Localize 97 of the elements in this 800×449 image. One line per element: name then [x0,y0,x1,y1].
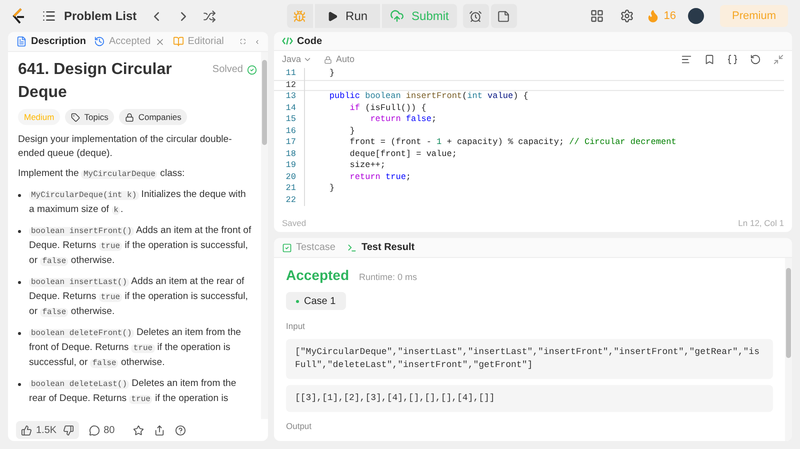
comment-icon [88,424,100,436]
grid-icon[interactable] [590,9,604,23]
format-icon[interactable] [681,54,692,65]
minimize-icon[interactable] [773,54,784,65]
problem-title: 641. Design Circular Deque [18,60,173,103]
close-icon[interactable] [154,36,165,46]
streak-count: 16 [664,8,676,24]
logo-icon[interactable] [12,8,26,24]
save-status: Saved [282,216,306,230]
lock-icon [324,56,332,64]
timer-button[interactable] [462,4,489,28]
code-line: } [328,68,335,80]
line-number: 13 [284,91,297,102]
solved-status: Solved [212,63,243,77]
check-circle-icon [247,64,257,74]
line-number: 12 [284,80,297,91]
code-line: return false; [369,114,437,126]
tab-icon [94,36,106,47]
settings-icon[interactable] [620,9,634,23]
tag-icon [71,112,80,122]
input-value: ["MyCircularDeque","insertLast","insertLast","insertFront","insertFront","getRear","isFull","deleteLast","insertFront","getFront"] [286,338,773,379]
method-description: boolean insertLast() Adds an item at the rear of Deque. Returns true if the operation is successful, or false otherwise. [29,275,249,319]
braces-icon[interactable] [727,54,738,65]
thumbs-up-icon [21,424,32,436]
lock-icon [125,112,134,122]
code-line: } [328,183,335,194]
expand-icon[interactable] [240,36,246,47]
tag-button[interactable]: Companies [119,109,188,125]
verdict-text: Accepted [286,266,350,285]
flame-icon [646,9,660,23]
bullet-icon [18,194,21,197]
code-line: return true; [348,172,412,183]
reset-icon[interactable] [750,54,761,65]
code-line: } [348,126,355,137]
line-number: 18 [284,148,297,160]
code-line: front = (front - 1 + capacity) % capacity; // Circular decrement [348,137,676,148]
tab-icon [172,36,184,47]
terminal-icon [347,242,358,252]
bullet-icon [18,383,21,386]
note-icon [497,10,510,22]
avatar[interactable] [688,8,704,24]
line-number: 19 [284,160,297,172]
difficulty-badge: Medium [18,109,60,125]
help-icon[interactable] [174,424,186,436]
description-text: Design your implementation of the circular double-ended queue (deque). [18,133,233,161]
line-number: 14 [284,102,297,114]
tag-button[interactable]: Topics [65,109,114,125]
line-number: 15 [284,114,297,126]
cursor-position: Ln 12, Col 1 [738,216,784,230]
method-description: boolean insertFront() Adds an item at the front of Deque. Returns true if the operation is successful, or false otherwise. [29,224,252,268]
panel-tab[interactable]: Description [16,34,86,49]
auto-mode-label: Auto [336,52,355,66]
cloud-upload-icon [390,9,404,23]
code-line: deque[front] = value; [348,148,457,160]
scrollbar[interactable] [261,52,268,419]
result-tab[interactable]: Test Result [347,240,415,255]
code-icon [282,37,293,45]
input-value: [[3],[1],[2],[3],[4],[],[],[],[4],[]] [286,384,773,412]
line-number: 21 [284,183,297,194]
alarm-clock-icon [469,10,482,22]
case-tab[interactable]: Case 1 [286,292,346,310]
language-select[interactable]: Java [282,52,312,66]
code-line: size++; [348,160,386,172]
method-description: MyCircularDeque(int k) Initializes the deque with a maximum size of k . [29,188,247,217]
method-description: boolean deleteLast() Deletes an item from the rear of Deque. Returns true if the operation is [29,377,238,406]
play-icon [326,10,338,22]
input-label: Input [286,320,306,333]
line-number: 16 [284,126,297,137]
notes-button[interactable] [490,4,517,28]
line-number: 17 [284,137,297,148]
run-button[interactable]: Run [314,4,380,28]
comments-button[interactable]: 80 [88,422,115,438]
shuffle-icon[interactable] [202,10,216,22]
output-label: Output [286,420,313,432]
code-line: if (isFull()) { [348,102,426,114]
description-text: Implement the MyCircularDeque class: [18,167,186,181]
tab-icon [16,36,27,47]
chevron-down-icon [303,55,312,64]
checkbox-icon [282,242,292,252]
line-number: 22 [284,194,297,206]
dislike-icon[interactable] [62,424,74,436]
scrollbar[interactable] [785,258,792,441]
problem-list-button[interactable]: Problem List [42,7,137,25]
code-tab[interactable]: Code [297,34,322,48]
bug-icon [293,10,306,22]
method-description: boolean deleteFront() Deletes an item from the front of Deque. Returns true if the operation is successful, or false otherwise. [29,326,242,370]
bullet-icon [18,281,21,284]
bookmark-icon[interactable] [704,54,715,65]
code-line: public boolean insertFront(int value) { [328,91,528,102]
star-icon[interactable] [132,424,144,436]
line-number: 20 [284,172,297,183]
bullet-icon [18,230,21,233]
list-icon [42,9,56,23]
share-icon[interactable] [154,424,165,436]
runtime-text: Runtime: 0 ms [359,271,418,284]
bullet-icon [18,332,21,335]
line-number: 11 [284,68,297,80]
